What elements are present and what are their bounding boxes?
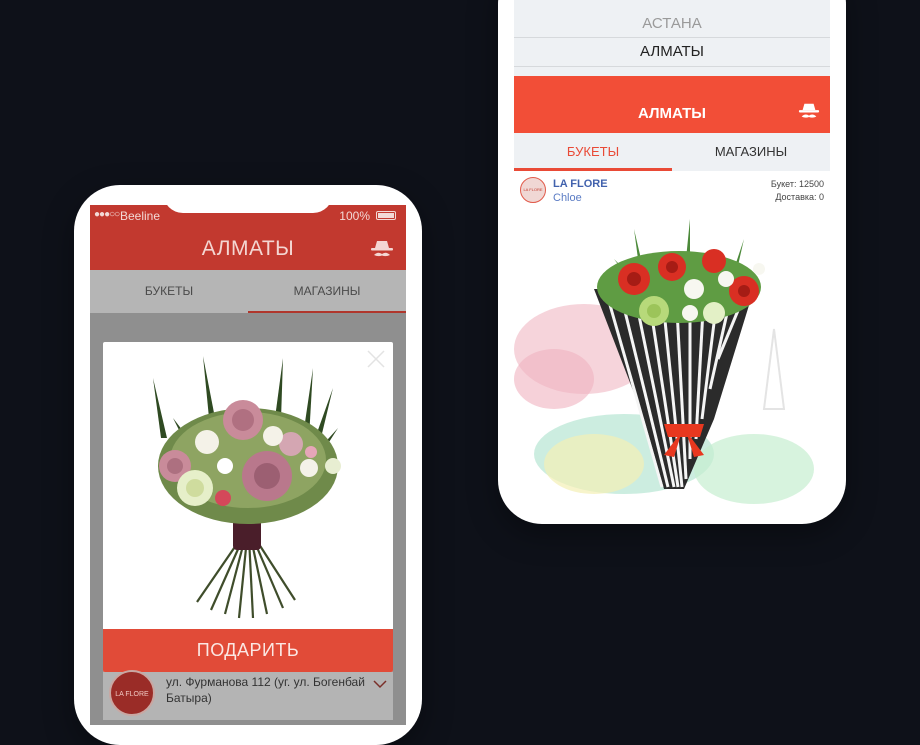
carrier-label: Beeline xyxy=(120,209,161,223)
spy-icon[interactable] xyxy=(798,101,820,128)
delivery-price: Доставка: 0 xyxy=(775,192,824,202)
city-picker[interactable]: АСТАНА АЛМАТЫ xyxy=(514,0,830,76)
bouquet-card[interactable]: LA FLORE LA FLORE Chloe Букет: 12500 Дос… xyxy=(514,171,830,512)
bouquet-price: Букет: 12500 xyxy=(770,179,824,189)
bouquet-photo xyxy=(514,219,814,504)
shop-address: ул. Фурманова 112 (уг. ул. Богенбай Баты… xyxy=(166,675,365,705)
battery-label: 100% xyxy=(339,209,370,223)
city-option-astana[interactable]: АСТАНА xyxy=(514,10,830,38)
bouquet-name: Chloe xyxy=(553,192,582,204)
close-icon[interactable] xyxy=(365,348,387,370)
phone-left-screen: ●●●○○ Beeline 100% АЛМАТЫ БУКЕТЫ МАГАЗИН… xyxy=(90,205,406,725)
city-title[interactable]: АЛМАТЫ xyxy=(90,237,406,261)
shop-logo: LA FLORE xyxy=(109,670,155,716)
phone-right: АСТАНА АЛМАТЫ АЛМАТЫ БУКЕТЫ МАГАЗИНЫ LA … xyxy=(498,0,846,524)
city-option-almaty[interactable]: АЛМАТЫ xyxy=(514,37,830,67)
phone-right-screen: АСТАНА АЛМАТЫ АЛМАТЫ БУКЕТЫ МАГАЗИНЫ LA … xyxy=(514,0,830,512)
tab-bar: БУКЕТЫ МАГАЗИНЫ xyxy=(514,133,830,171)
tab-bouquets[interactable]: БУКЕТЫ xyxy=(90,270,248,313)
app-header: АЛМАТЫ xyxy=(90,227,406,270)
phone-left: ●●●○○ Beeline 100% АЛМАТЫ БУКЕТЫ МАГАЗИН… xyxy=(74,185,422,745)
tab-shops[interactable]: МАГАЗИНЫ xyxy=(248,270,406,313)
bouquet-modal xyxy=(103,342,393,672)
phone-notch xyxy=(163,185,333,213)
tab-shops[interactable]: МАГАЗИНЫ xyxy=(672,133,830,171)
spy-icon[interactable] xyxy=(370,238,394,267)
shop-logo: LA FLORE xyxy=(520,177,546,203)
gift-button[interactable]: ПОДАРИТЬ xyxy=(103,629,393,672)
shop-name[interactable]: LA FLORE xyxy=(553,178,608,190)
tab-bouquets[interactable]: БУКЕТЫ xyxy=(514,133,672,171)
battery-icon xyxy=(376,211,396,220)
shop-list-item[interactable]: LA FLORE ул. Фурманова 112 (уг. ул. Боге… xyxy=(103,670,393,720)
bouquet-image xyxy=(153,356,341,619)
signal-icon: ●●●○○ xyxy=(94,209,120,220)
chevron-down-icon[interactable] xyxy=(373,676,387,694)
city-title[interactable]: АЛМАТЫ xyxy=(514,105,830,122)
tab-bar: БУКЕТЫ МАГАЗИНЫ xyxy=(90,270,406,313)
app-header: АЛМАТЫ xyxy=(514,76,830,133)
